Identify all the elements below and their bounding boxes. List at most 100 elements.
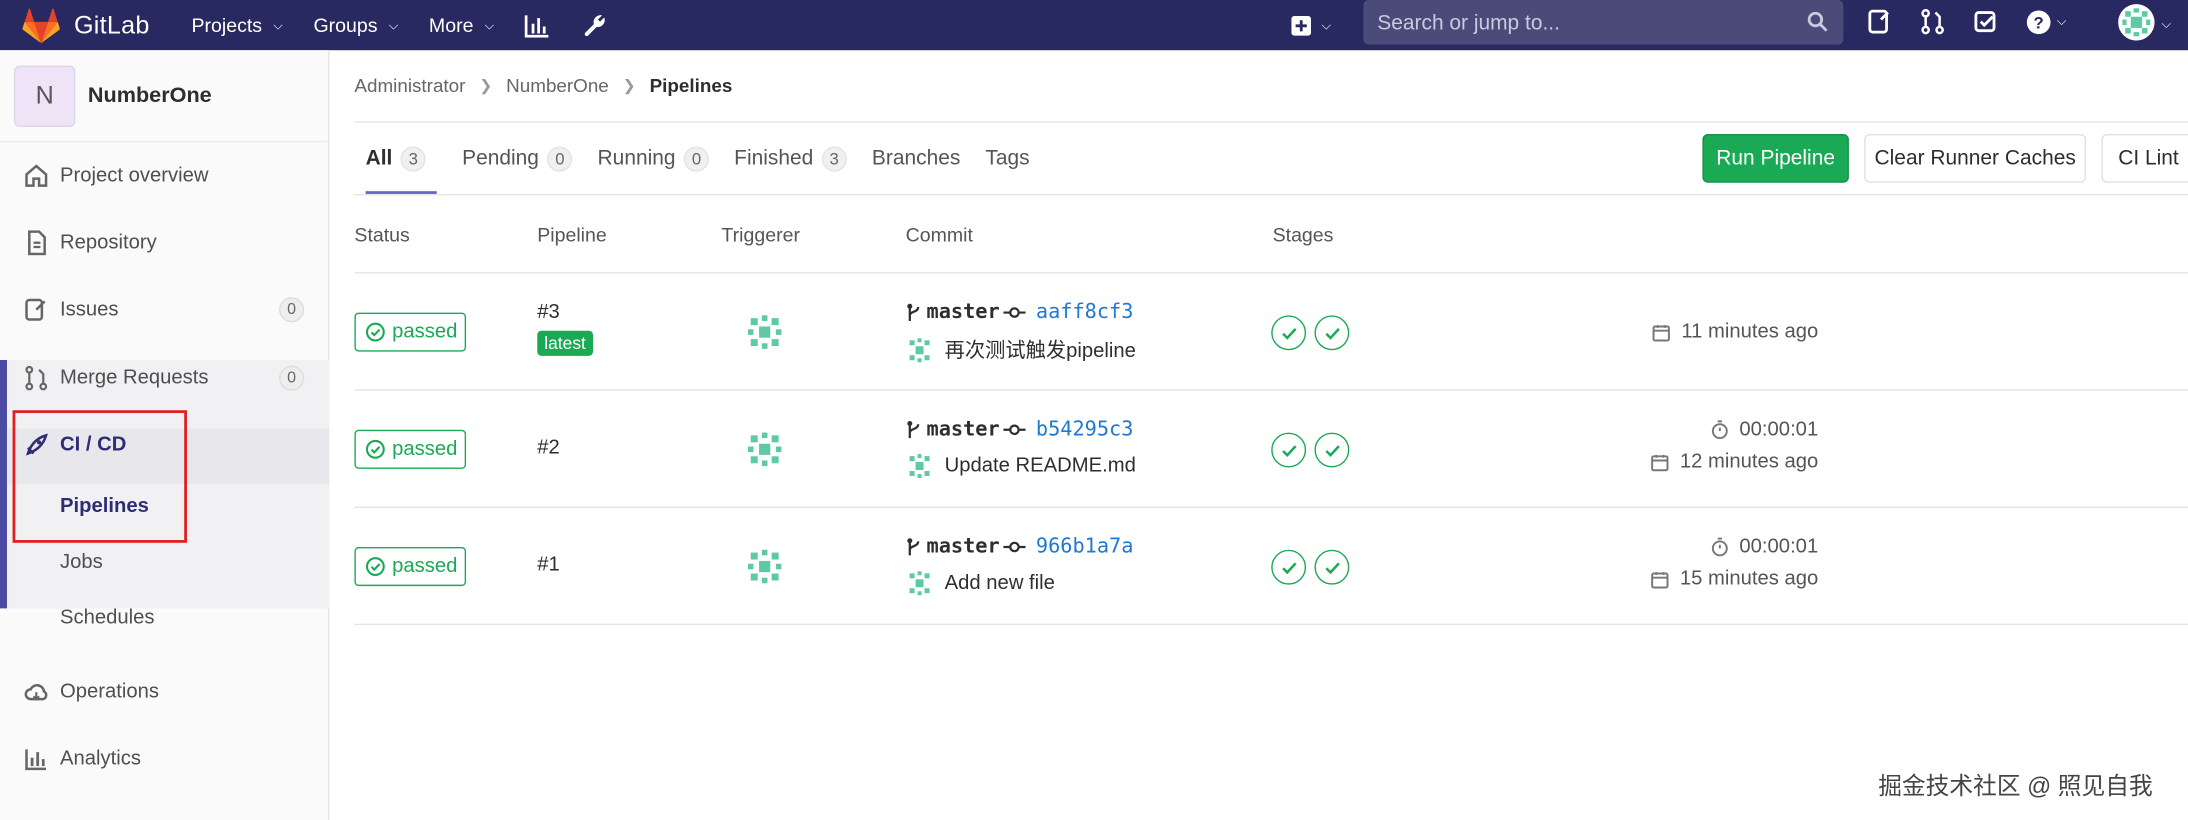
time-ago-text: 15 minutes ago <box>1679 567 1819 591</box>
stage-status-button[interactable] <box>1314 315 1350 351</box>
triggerer-avatar[interactable] <box>745 313 784 352</box>
sidebar-item-operations[interactable]: Operations <box>0 661 329 722</box>
column-header-stages: Stages <box>1272 223 1334 246</box>
branch-icon <box>907 420 920 439</box>
branch-name-link[interactable]: master <box>927 536 1000 558</box>
commit-title-link[interactable]: 再次测试触发pipeline <box>945 335 1136 364</box>
groups-dropdown[interactable]: Groups ⌵ <box>313 14 398 36</box>
breadcrumb-current[interactable]: Pipelines <box>650 75 733 96</box>
tab-all[interactable]: All 3 <box>365 123 438 194</box>
chevron-down-icon: ⌵ <box>484 17 495 32</box>
sidebar-item-issues[interactable]: Issues 0 <box>0 279 329 340</box>
commit-sha-link[interactable]: 966b1a7a <box>1036 536 1133 558</box>
status-badge[interactable]: passed <box>354 429 467 469</box>
merge-request-icon[interactable] <box>1920 8 1945 35</box>
ci-lint-button[interactable]: CI Lint <box>2101 133 2188 183</box>
tab-tags[interactable]: Tags <box>985 123 1029 194</box>
check-icon <box>1324 561 1340 574</box>
sidebar-label: Project overview <box>60 164 209 187</box>
search-input[interactable]: Search or jump to... <box>1363 0 1844 45</box>
sidebar-item-repository[interactable]: Repository <box>0 212 329 273</box>
user-avatar[interactable] <box>2118 4 2155 41</box>
commit-icon <box>1003 541 1027 553</box>
stage-status-button[interactable] <box>1271 315 1307 351</box>
time-ago-text: 12 minutes ago <box>1679 450 1819 474</box>
new-dropdown[interactable]: ⌵ <box>1291 0 1331 50</box>
admin-wrench-icon[interactable] <box>583 13 607 37</box>
groups-label: Groups <box>313 13 378 37</box>
tab-finished[interactable]: Finished 3 <box>734 123 847 194</box>
projects-label: Projects <box>191 13 263 37</box>
sidebar-item-analytics[interactable]: Analytics <box>0 728 329 789</box>
clear-runner-caches-button[interactable]: Clear Runner Caches <box>1864 133 2087 183</box>
chevron-right-icon: ❯ <box>622 78 636 95</box>
sidebar-label: Issues <box>60 298 119 321</box>
pipeline-id-link[interactable]: #2 <box>537 437 560 459</box>
commit-icon <box>1003 307 1027 318</box>
todo-check-icon[interactable] <box>1973 8 1998 35</box>
chart-icon <box>25 749 47 771</box>
calendar-icon <box>1652 324 1670 341</box>
commit-message: 再次测试触发pipeline <box>906 335 1136 364</box>
table-row: passed #2 master b54295c3 Update README.… <box>354 391 2188 508</box>
chevron-right-icon: ❯ <box>479 78 493 95</box>
pipeline-stages <box>1271 315 1350 351</box>
branch-name-link[interactable]: master <box>927 419 1000 441</box>
commit-title-link[interactable]: Add new file <box>945 572 1055 594</box>
plus-square-icon <box>1291 15 1311 35</box>
triggerer-avatar[interactable] <box>745 547 784 586</box>
activity-chart-icon[interactable] <box>524 13 550 37</box>
calendar-icon <box>1650 454 1669 471</box>
tab-branches[interactable]: Branches <box>872 123 960 194</box>
watermark-text: 掘金技术社区 @ 照见自我 <box>1878 773 2153 800</box>
top-navbar: GitLab Projects ⌵ Groups ⌵ More ⌵ ⌵ Search … <box>0 0 2188 51</box>
issues-todo-icon[interactable] <box>1867 8 1892 35</box>
author-avatar[interactable] <box>906 569 934 597</box>
author-avatar[interactable] <box>906 336 934 364</box>
svg-text:?: ? <box>2034 13 2044 32</box>
check-icon <box>1324 444 1340 457</box>
pipeline-id-link[interactable]: #1 <box>537 554 560 576</box>
stage-status-button[interactable] <box>1314 549 1350 585</box>
duration-text: 00:00:01 <box>1739 418 1819 441</box>
run-pipeline-button[interactable]: Run Pipeline <box>1702 133 1849 183</box>
sidebar-subitem-schedules[interactable]: Schedules <box>60 607 154 629</box>
projects-dropdown[interactable]: Projects ⌵ <box>191 14 282 36</box>
doc-icon <box>28 230 46 256</box>
commit-sha-link[interactable]: b54295c3 <box>1036 419 1133 441</box>
breadcrumb-administrator[interactable]: Administrator <box>354 75 465 96</box>
check-icon <box>1281 561 1296 574</box>
tab-running[interactable]: Running 0 <box>597 123 710 194</box>
time-ago-text: 11 minutes ago <box>1681 320 1819 344</box>
more-dropdown[interactable]: More ⌵ <box>429 14 494 36</box>
project-header[interactable]: N NumberOne <box>0 50 328 143</box>
status-badge[interactable]: passed <box>354 546 467 587</box>
commit-title-link[interactable]: Update README.md <box>945 455 1136 477</box>
tab-pending[interactable]: Pending 0 <box>462 123 573 194</box>
author-avatar[interactable] <box>906 452 934 480</box>
branch-name-link[interactable]: master <box>927 301 1000 323</box>
stage-status-button[interactable] <box>1271 432 1307 468</box>
triggerer-avatar[interactable] <box>745 430 784 469</box>
status-badge[interactable]: passed <box>354 312 467 352</box>
commit-sha-link[interactable]: aaff8cf3 <box>1036 301 1133 323</box>
sidebar-item-merge-requests[interactable]: Merge Requests 0 <box>0 347 329 408</box>
pipeline-scope-tabs: All 3 Pending 0 Running 0 Finished 3 Branche… <box>354 123 1054 194</box>
sidebar-item-project-overview[interactable]: Project overview <box>0 145 329 206</box>
gitlab-logo[interactable]: GitLab <box>22 7 149 43</box>
tab-label: Running <box>597 146 676 171</box>
search-icon <box>1807 11 1828 32</box>
tab-label: Branches <box>871 146 961 171</box>
sidebar-subitem-jobs[interactable]: Jobs <box>60 551 103 573</box>
status-label: passed <box>392 320 458 344</box>
stage-status-button[interactable] <box>1314 432 1350 468</box>
status-label: passed <box>392 555 458 578</box>
sidebar-label: Merge Requests <box>60 366 209 390</box>
pipeline-id-link[interactable]: #3 <box>537 301 560 323</box>
breadcrumb: Administrator ❯ NumberOne ❯ Pipelines <box>354 75 732 96</box>
column-header-triggerer: Triggerer <box>721 223 800 246</box>
tab-label: Finished <box>734 146 814 171</box>
breadcrumb-project[interactable]: NumberOne <box>506 75 609 96</box>
stage-status-button[interactable] <box>1271 549 1307 585</box>
help-dropdown[interactable]: ? ⌵ <box>2026 9 2066 34</box>
